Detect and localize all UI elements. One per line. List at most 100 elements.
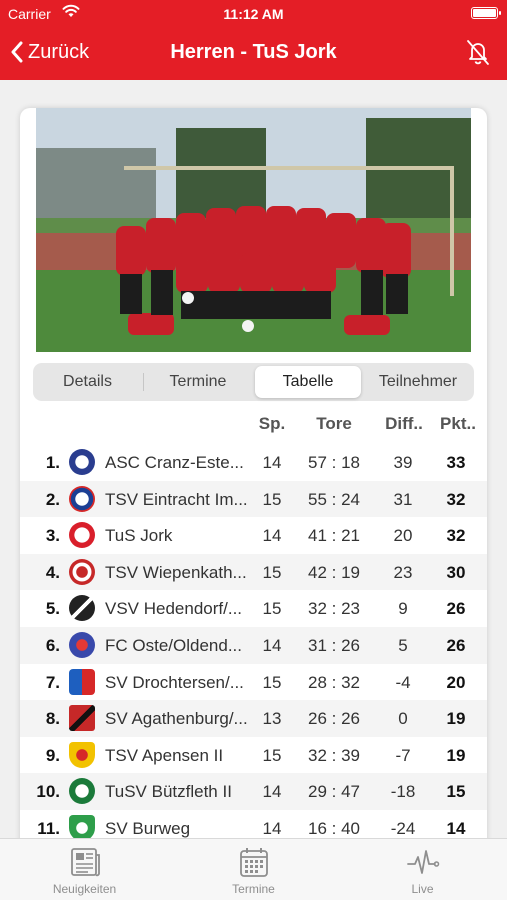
newspaper-icon <box>70 848 100 877</box>
team-photo <box>36 108 471 352</box>
table-row[interactable]: 3. TuS Jork 14 41 : 21 20 32 <box>20 517 487 554</box>
team-name: VSV Hedendorf/... <box>105 599 243 619</box>
goals: 55 : 24 <box>308 489 360 509</box>
team-card: Details Termine Tabelle Teilnehmer Sp. T… <box>20 108 487 838</box>
tab-neuigkeiten[interactable]: Neuigkeiten <box>0 845 169 899</box>
club-logo-icon <box>69 631 95 658</box>
header-tore: Tore <box>316 414 352 433</box>
rank: 8. <box>45 709 60 729</box>
club-logo-icon <box>69 814 95 838</box>
table-row[interactable]: 4. TSV Wiepenkath... 15 42 : 19 23 30 <box>20 553 487 591</box>
team-name: TSV Eintracht Im... <box>105 489 248 509</box>
games-played: 14 <box>262 782 282 802</box>
tab-label: Termine <box>232 882 275 896</box>
games-played: 15 <box>262 599 282 619</box>
points: 26 <box>446 599 466 619</box>
games-played: 14 <box>262 635 282 655</box>
goal-difference: 9 <box>398 599 408 619</box>
games-played: 14 <box>262 526 282 546</box>
top-bar: Carrier 11:12 AM Zurück Herren - TuS Jor… <box>0 0 507 80</box>
points: 26 <box>446 635 466 655</box>
goals: 32 : 39 <box>308 745 360 765</box>
games-played: 13 <box>262 709 282 729</box>
table-row[interactable]: 9. TSV Apensen II 15 32 : 39 -7 19 <box>20 737 487 774</box>
games-played: 14 <box>262 818 282 838</box>
club-logo-icon <box>69 668 95 695</box>
points: 19 <box>446 745 466 765</box>
header-pkt: Pkt.. <box>440 414 476 433</box>
tab-tabelle[interactable]: Tabelle <box>255 366 361 398</box>
tab-termine-bottom[interactable]: Termine <box>169 845 338 899</box>
club-logo-icon <box>69 485 95 512</box>
games-played: 15 <box>262 562 282 582</box>
team-name: TuS Jork <box>105 526 173 546</box>
points: 32 <box>446 526 466 546</box>
segmented-control: Details Termine Tabelle Teilnehmer <box>33 363 474 401</box>
table-row[interactable]: 6. FC Oste/Oldend... 14 31 : 26 5 26 <box>20 626 487 664</box>
club-logo-icon <box>69 778 95 805</box>
goal-difference: -4 <box>395 672 411 692</box>
points: 30 <box>446 562 466 582</box>
tab-live[interactable]: Live <box>338 845 507 899</box>
rank: 11. <box>37 818 60 838</box>
table-row[interactable]: 1. ASC Cranz-Este... 14 57 : 18 39 33 <box>20 444 487 481</box>
segment-divider <box>143 373 144 391</box>
club-logo-icon <box>69 741 95 768</box>
club-logo-icon <box>69 449 95 475</box>
points: 14 <box>446 818 466 838</box>
goals: 57 : 18 <box>308 453 360 472</box>
pulse-icon <box>406 850 439 874</box>
games-played: 15 <box>262 745 282 765</box>
content-area: Details Termine Tabelle Teilnehmer Sp. T… <box>0 80 507 838</box>
goal-difference: -24 <box>390 818 416 838</box>
standings-table: 1. ASC Cranz-Este... 14 57 : 18 39 33 2.… <box>20 444 487 838</box>
club-logo-icon <box>69 522 95 549</box>
goals: 28 : 32 <box>308 672 360 692</box>
goal-difference: 5 <box>398 635 408 655</box>
goals: 31 : 26 <box>308 635 360 655</box>
club-logo-icon <box>69 595 95 622</box>
table-row[interactable]: 11. SV Burweg 14 16 : 40 -24 14 <box>20 810 487 838</box>
team-name: FC Oste/Oldend... <box>105 635 242 655</box>
goal-difference: -7 <box>395 745 411 765</box>
goals: 16 : 40 <box>308 818 360 838</box>
tab-label: Neuigkeiten <box>52 882 117 896</box>
tab-termine[interactable]: Termine <box>146 366 250 398</box>
points: 19 <box>446 709 466 729</box>
games-played: 15 <box>262 672 282 692</box>
points: 32 <box>446 489 466 509</box>
tab-details[interactable]: Details <box>36 366 139 398</box>
club-logo-icon <box>69 705 95 732</box>
team-name: TSV Apensen II <box>105 745 224 765</box>
rank: 4. <box>45 562 60 582</box>
points: 15 <box>446 782 466 802</box>
tab-teilnehmer[interactable]: Teilnehmer <box>365 366 471 398</box>
goal-difference: -18 <box>390 782 416 802</box>
tab-bar: Neuigkeiten Termine Live <box>0 838 507 900</box>
team-name: TuSV Bützfleth II <box>105 782 232 802</box>
goals: 41 : 21 <box>308 526 360 546</box>
table-row[interactable]: 7. SV Drochtersen/... 15 28 : 32 -4 20 <box>20 664 487 701</box>
table-row[interactable]: 5. VSV Hedendorf/... 15 32 : 23 9 26 <box>20 590 487 627</box>
goal-difference: 23 <box>393 562 413 582</box>
table-header: Sp. Tore Diff.. Pkt.. <box>20 410 487 440</box>
table-row[interactable]: 2. TSV Eintracht Im... 15 55 : 24 31 32 <box>20 480 487 518</box>
battery-icon <box>471 7 501 19</box>
status-time: 11:12 AM <box>223 6 284 22</box>
goals: 26 : 26 <box>308 709 360 729</box>
bell-off-icon[interactable] <box>463 37 493 67</box>
team-name: TSV Wiepenkath... <box>105 562 247 582</box>
rank: 7. <box>45 672 60 692</box>
rank: 6. <box>45 635 60 655</box>
rank: 10. <box>36 782 60 802</box>
rank: 5. <box>45 599 60 619</box>
rank: 2. <box>45 489 60 509</box>
team-name: SV Drochtersen/... <box>105 672 244 692</box>
goals: 29 : 47 <box>308 782 360 802</box>
games-played: 15 <box>262 489 282 509</box>
goal-difference: 0 <box>398 709 408 729</box>
table-row[interactable]: 10. TuSV Bützfleth II 14 29 : 47 -18 15 <box>20 773 487 810</box>
table-row[interactable]: 8. SV Agathenburg/... 13 26 : 26 0 19 <box>20 700 487 737</box>
goals: 42 : 19 <box>308 562 360 582</box>
points: 33 <box>446 453 466 472</box>
